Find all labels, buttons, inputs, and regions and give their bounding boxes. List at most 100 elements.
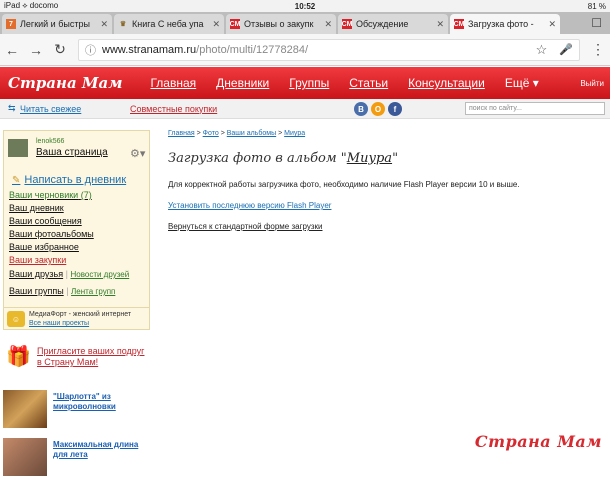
ad-title: Максимальная длина для лета — [53, 440, 139, 459]
watermark-logo: Страна Мам — [474, 432, 602, 451]
site-header: Страна Мам Главная Дневники Группы Стать… — [0, 67, 610, 99]
ad-title: "Шарлотта" из микроволновки — [53, 392, 116, 411]
sidebar-item-diary[interactable]: Ваш дневник — [9, 202, 94, 215]
tab-title: Отзывы о закупк — [244, 19, 314, 29]
drafts-label: Ваши черновики — [9, 190, 79, 200]
write-diary-link[interactable]: ✎ Написать в дневник — [12, 174, 126, 186]
groups-link[interactable]: Ваши группы — [9, 286, 64, 296]
url-path: /photo/multi/12778284/ — [196, 43, 309, 56]
drafts-count: (7) — [80, 190, 92, 200]
invite-text: Пригласите ваших подруг в Страну Мам! — [37, 346, 145, 367]
crumb-album[interactable]: Миура — [284, 130, 305, 137]
url-host: www.stranamam.ru — [102, 43, 197, 56]
tab-favicon: ♛ — [119, 21, 127, 28]
crumb-albums[interactable]: Ваши альбомы — [227, 130, 276, 137]
page-title: Загрузка фото в альбом "Миура" — [168, 151, 598, 166]
tab-1[interactable]: 7 Легкий и быстры ✕ — [2, 14, 112, 34]
install-flash-link[interactable]: Установить последнюю версию Flash Player — [168, 201, 598, 210]
tab-switcher-icon[interactable]: ☐ — [591, 16, 602, 30]
browser-tab-bar: 7 Легкий и быстры ✕ ♛ Книга С неба упа ✕… — [0, 12, 610, 34]
clock: 10:52 — [294, 1, 316, 11]
odnoklassniki-icon[interactable]: О — [371, 102, 385, 116]
title-prefix: Загрузка фото в альбом " — [168, 151, 347, 166]
menu-groups[interactable]: Группы — [289, 76, 329, 90]
mediafort-logo-icon: ☺ — [7, 311, 25, 327]
gift-icon: 🎁 — [6, 346, 31, 368]
friends-news-link[interactable]: Новости друзей — [70, 270, 129, 279]
recipe-ad-2[interactable]: Максимальная длина для лета — [3, 438, 150, 478]
logout-link[interactable]: Выйти — [580, 79, 604, 88]
friends-row: Ваши друзья | Новости друзей — [9, 269, 130, 279]
tab-2[interactable]: ♛ Книга С неба упа ✕ — [114, 14, 224, 34]
mediafort-block: ☺ МедиаФорт - женский интернет Все наши … — [4, 307, 149, 329]
recipe-ad-1[interactable]: "Шарлотта" из микроволновки — [3, 390, 150, 430]
ad-thumbnail — [3, 438, 47, 476]
close-icon[interactable]: ✕ — [324, 19, 332, 30]
ad-thumbnail — [3, 390, 47, 428]
vk-icon[interactable]: В — [354, 102, 368, 116]
info-icon[interactable]: ⓘ — [85, 42, 96, 58]
flash-info-text: Для корректной работы загрузчика фото, н… — [168, 180, 520, 189]
refresh-icon: ⇆ — [8, 103, 16, 113]
main-content: Главная > Фото > Ваши альбомы > Миура За… — [168, 130, 598, 231]
facebook-icon[interactable]: f — [388, 102, 402, 116]
sidebar-item-purchases[interactable]: Ваши закупки — [9, 254, 94, 267]
gear-icon[interactable]: ⚙▾ — [130, 147, 145, 160]
close-icon[interactable]: ✕ — [212, 19, 220, 30]
friends-link[interactable]: Ваши друзья — [9, 269, 63, 279]
site-search-input[interactable]: поиск по сайту... — [465, 102, 605, 115]
all-projects-link[interactable]: Все наши проекты — [29, 320, 89, 327]
address-bar: ← → ↻ ⓘ www.stranamam.ru /photo/multi/12… — [0, 34, 610, 66]
invite-friends-banner[interactable]: 🎁 Пригласите ваших подруг в Страну Мам! — [4, 342, 150, 372]
star-icon[interactable]: ☆ — [536, 42, 548, 58]
tab-5-active[interactable]: СМ Загрузка фото - ✕ — [450, 14, 560, 34]
sidebar-item-messages[interactable]: Ваши сообщения — [9, 215, 94, 228]
avatar[interactable] — [8, 139, 28, 157]
menu-home[interactable]: Главная — [150, 76, 196, 90]
menu-diaries[interactable]: Дневники — [216, 76, 269, 90]
menu-consultations[interactable]: Консультации — [408, 76, 485, 90]
close-icon[interactable]: ✕ — [100, 19, 108, 30]
sidebar-links: Ваши черновики (7) Ваш дневник Ваши сооб… — [9, 189, 94, 267]
more-menu-icon[interactable]: ⋮ — [586, 41, 610, 58]
pencil-icon: ✎ — [12, 174, 21, 186]
tab-favicon: 7 — [6, 19, 16, 29]
crumb-photo[interactable]: Фото — [203, 130, 219, 137]
standard-upload-link[interactable]: Вернуться к стандартной форме загрузки — [168, 222, 598, 231]
sidebar-item-favorites[interactable]: Ваше избранное — [9, 241, 94, 254]
back-arrow-icon[interactable]: ← — [0, 42, 24, 58]
tab-favicon: СМ — [229, 19, 241, 29]
sidebar-item-albums[interactable]: Ваши фотоальбомы — [9, 228, 94, 241]
tab-favicon: СМ — [453, 19, 465, 29]
write-diary-label: Написать в дневник — [24, 174, 127, 186]
menu-articles[interactable]: Статьи — [349, 76, 388, 90]
reload-icon[interactable]: ↻ — [48, 41, 72, 58]
menu-more[interactable]: Ещё ▾ — [505, 76, 539, 90]
title-suffix: " — [392, 151, 399, 166]
forward-arrow-icon[interactable]: → — [24, 42, 48, 58]
site-logo[interactable]: Страна Мам — [8, 74, 122, 92]
album-link[interactable]: Миура — [347, 151, 392, 166]
sub-toolbar: ⇆ Читать свежее Совместные покупки В О f… — [0, 99, 610, 119]
sidebar-item-drafts[interactable]: Ваши черновики (7) — [9, 189, 94, 202]
groups-row: Ваши группы | Лента групп — [9, 286, 116, 296]
crumb-home[interactable]: Главная — [168, 130, 195, 137]
tab-title: Обсуждение — [356, 19, 409, 29]
close-icon[interactable]: ✕ — [548, 19, 556, 30]
read-fresh-link[interactable]: Читать свежее — [20, 104, 81, 114]
microphone-icon[interactable]: 🎤 — [559, 43, 573, 56]
tab-favicon: СМ — [341, 19, 353, 29]
close-icon[interactable]: ✕ — [436, 19, 444, 30]
tab-title: Загрузка фото - — [468, 19, 534, 29]
username[interactable]: lenok566 — [36, 138, 64, 145]
breadcrumb: Главная > Фото > Ваши альбомы > Миура — [168, 130, 306, 137]
mediafort-text: МедиаФорт - женский интернет — [29, 311, 132, 318]
tab-4[interactable]: СМ Обсуждение ✕ — [338, 14, 448, 34]
joint-purchases-link[interactable]: Совместные покупки — [130, 104, 217, 114]
my-page-link[interactable]: Ваша страница — [36, 147, 108, 158]
user-sidebar: lenok566 Ваша страница ⚙▾ ✎ Написать в дн… — [3, 130, 150, 330]
tab-3[interactable]: СМ Отзывы о закупк ✕ — [226, 14, 336, 34]
groups-feed-link[interactable]: Лента групп — [71, 287, 115, 296]
status-bar: iPad ⟡ docomo 10:52 81 % — [0, 0, 610, 12]
url-field[interactable]: ⓘ www.stranamam.ru /photo/multi/12778284… — [78, 38, 580, 61]
